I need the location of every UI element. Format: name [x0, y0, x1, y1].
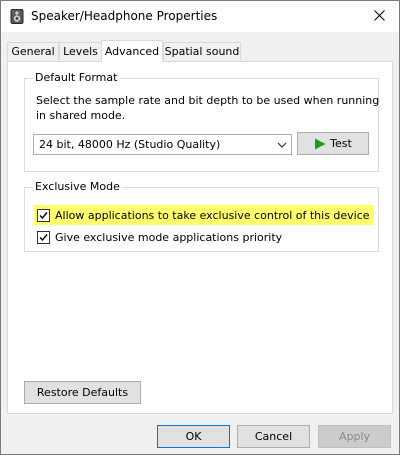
- test-button-label: Test: [330, 137, 352, 150]
- default-format-title: Default Format: [33, 71, 120, 84]
- advanced-tab-panel: Default Format Select the sample rate an…: [7, 61, 393, 414]
- exclusive-priority-checkbox[interactable]: [37, 231, 50, 244]
- window-title: Speaker/Headphone Properties: [31, 9, 218, 23]
- checkmark-icon: [39, 211, 48, 219]
- default-format-description: Select the sample rate and bit depth to …: [36, 94, 380, 122]
- exclusive-control-checkbox[interactable]: [37, 208, 50, 222]
- default-format-group: Default Format Select the sample rate an…: [24, 71, 380, 172]
- chevron-down-icon: [277, 139, 287, 151]
- tab-strip: General Levels Advanced Spatial sound: [7, 40, 393, 62]
- checkmark-icon: [39, 234, 48, 242]
- close-button[interactable]: [359, 1, 399, 32]
- speaker-icon: [10, 9, 24, 24]
- exclusive-control-option[interactable]: Allow applications to take exclusive con…: [34, 205, 374, 225]
- sample-format-dropdown[interactable]: 24 bit, 48000 Hz (Studio Quality): [33, 134, 292, 155]
- cancel-button[interactable]: Cancel: [237, 425, 310, 448]
- sample-format-value: 24 bit, 48000 Hz (Studio Quality): [39, 138, 221, 151]
- play-icon: [314, 138, 326, 150]
- restore-defaults-button[interactable]: Restore Defaults: [24, 381, 141, 404]
- close-icon: [373, 9, 385, 24]
- tab-general[interactable]: General: [7, 42, 59, 60]
- tab-levels[interactable]: Levels: [59, 42, 102, 60]
- tab-advanced[interactable]: Advanced: [101, 40, 163, 62]
- exclusive-control-label: Allow applications to take exclusive con…: [55, 208, 370, 222]
- properties-dialog: Speaker/Headphone Properties General Lev…: [0, 0, 400, 455]
- title-bar: Speaker/Headphone Properties: [1, 1, 399, 32]
- ok-button[interactable]: OK: [157, 425, 230, 448]
- test-button[interactable]: Test: [297, 132, 369, 155]
- exclusive-mode-group: Exclusive Mode Allow applications to tak…: [24, 180, 379, 252]
- exclusive-priority-option[interactable]: Give exclusive mode applications priorit…: [37, 229, 282, 246]
- exclusive-priority-label: Give exclusive mode applications priorit…: [55, 231, 283, 244]
- exclusive-mode-title: Exclusive Mode: [33, 180, 122, 193]
- tab-spatial-sound[interactable]: Spatial sound: [163, 42, 241, 60]
- apply-button[interactable]: Apply: [318, 425, 391, 448]
